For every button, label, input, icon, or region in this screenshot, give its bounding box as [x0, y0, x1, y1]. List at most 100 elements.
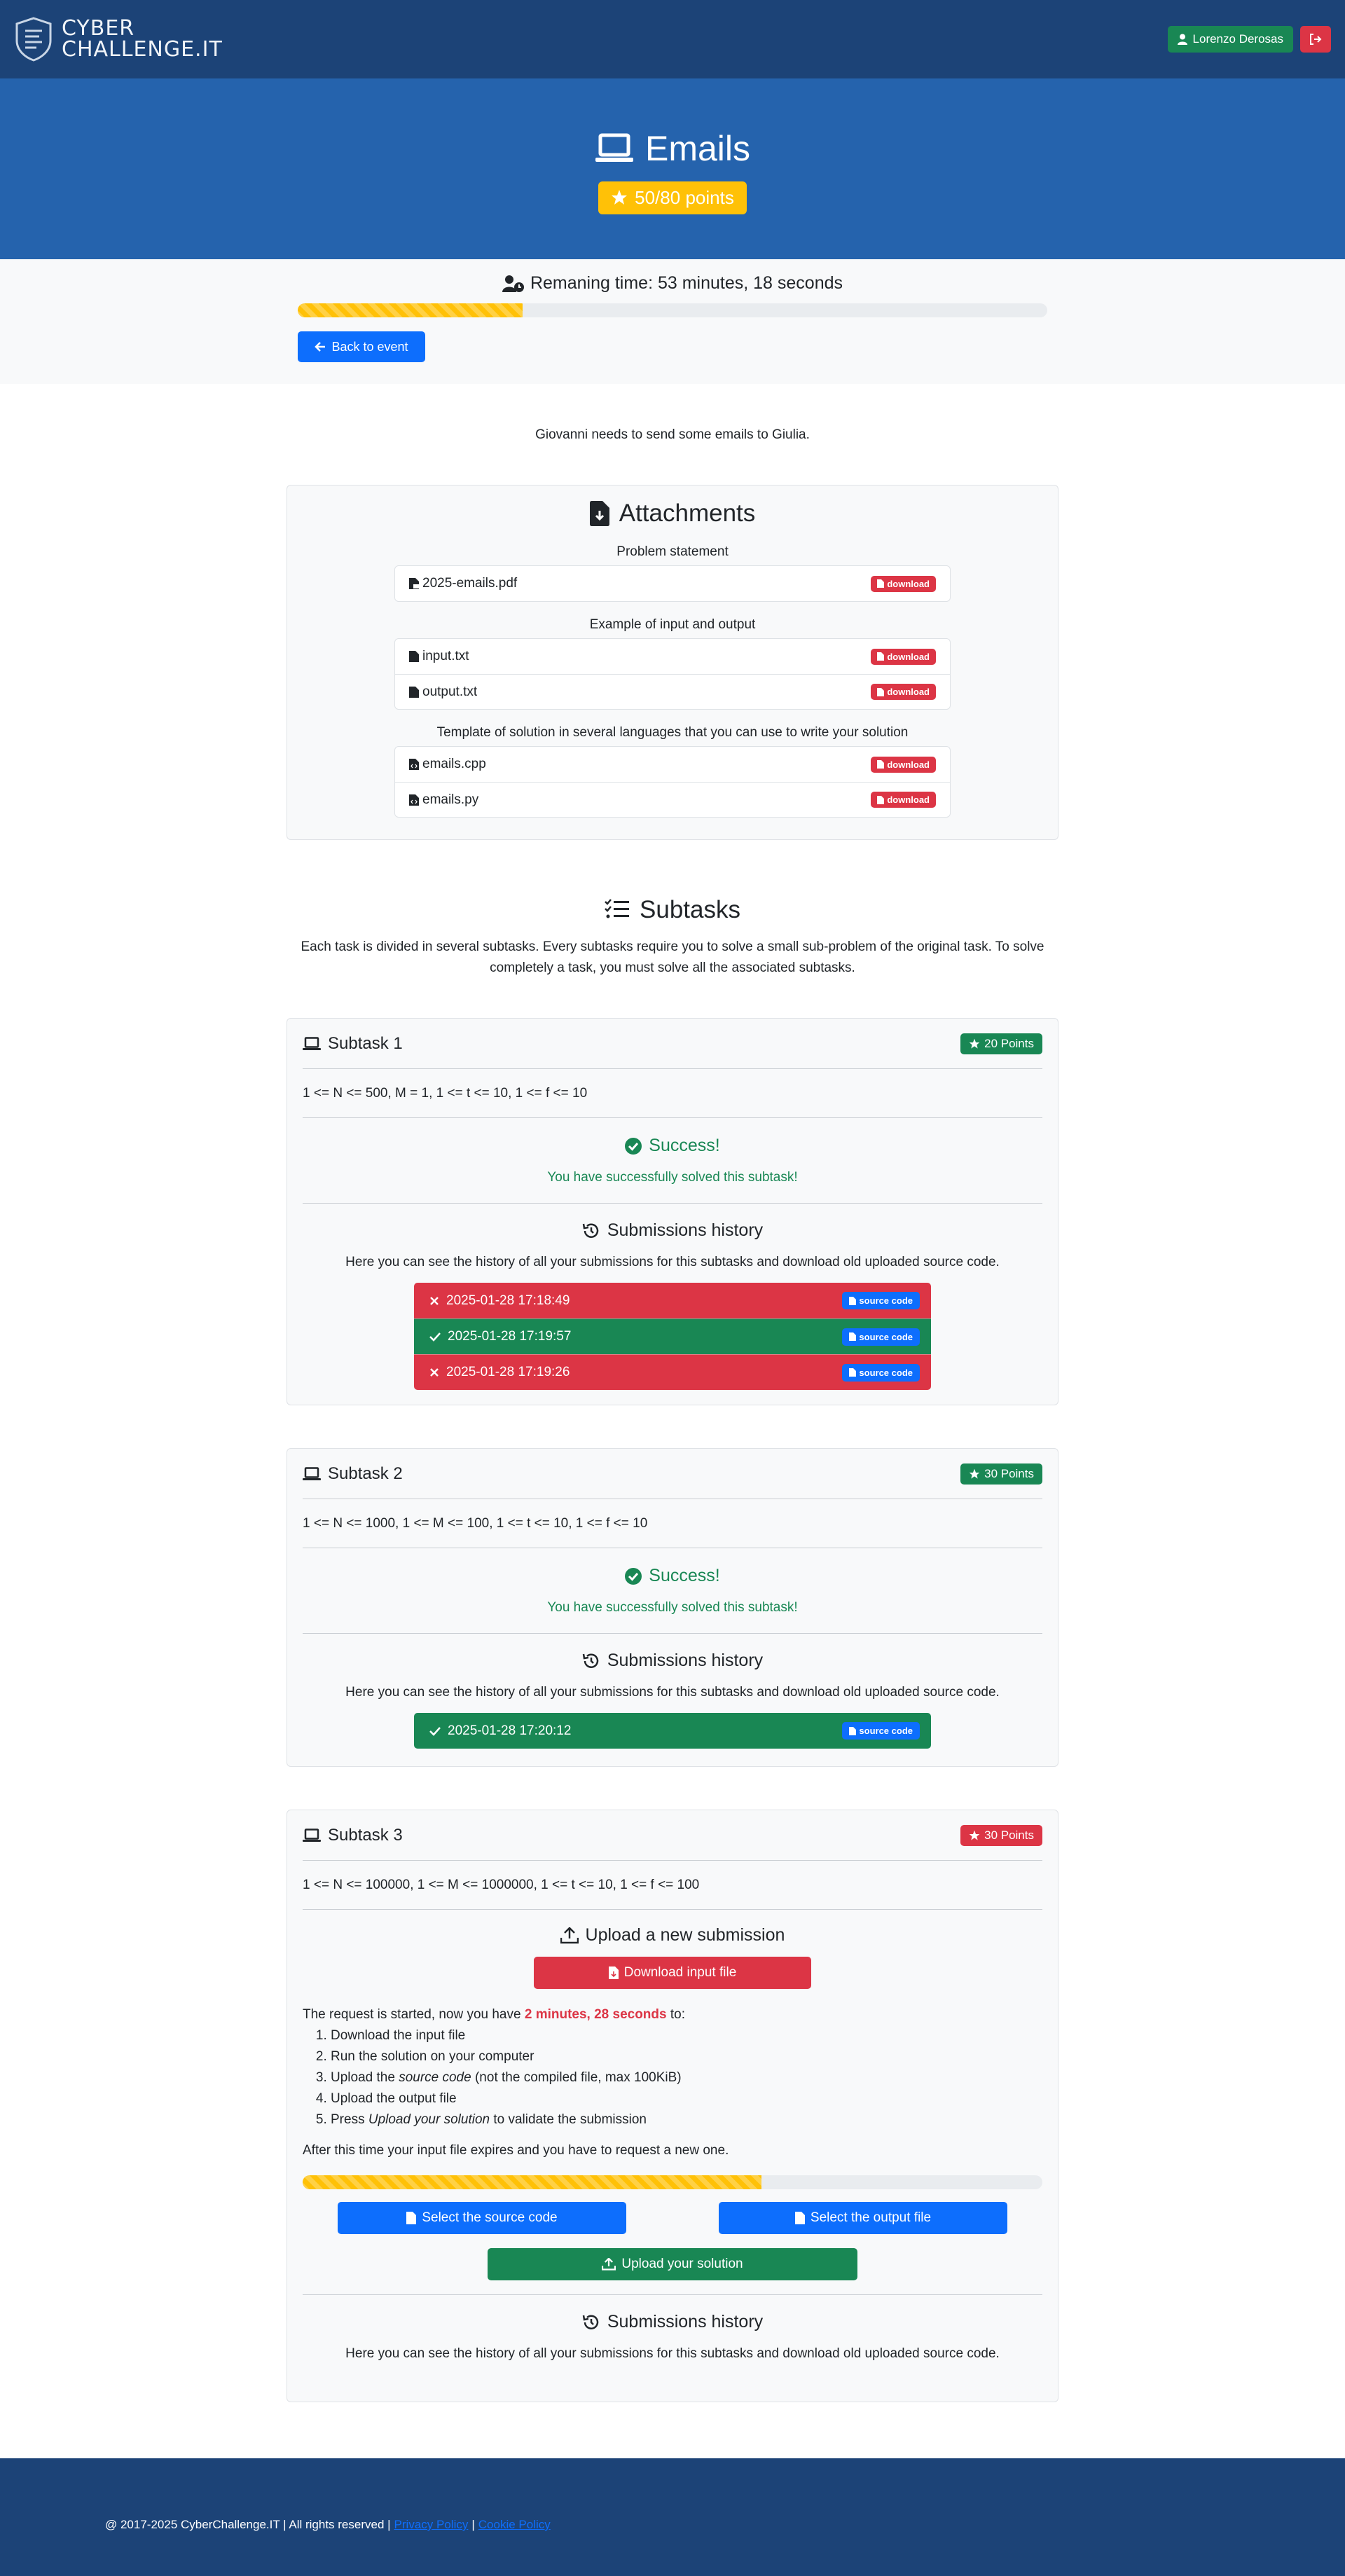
logout-button[interactable]: [1300, 26, 1331, 53]
file-name: 2025-emails.pdf: [422, 576, 518, 591]
request-progress: [303, 2175, 1042, 2189]
history-description: Here you can see the history of all your…: [345, 1255, 1000, 1269]
brand-logo[interactable]: CYBER CHALLENGE.IT: [14, 17, 223, 62]
star-icon: [612, 190, 628, 205]
check-circle-icon: [625, 1567, 642, 1585]
step-item: Download the input file: [331, 2025, 1042, 2046]
download-button[interactable]: download: [871, 684, 936, 700]
x-icon: [430, 1296, 439, 1305]
file-icon: [877, 579, 885, 588]
download-button[interactable]: download: [871, 575, 936, 592]
privacy-policy-link[interactable]: Privacy Policy: [394, 2518, 469, 2532]
shield-logo-icon: [15, 17, 52, 62]
submission-row: 2025-01-28 17:19:57 source code: [414, 1318, 931, 1354]
attach-item: 2025-emails.pdf download: [395, 566, 950, 601]
list-check-icon: [605, 899, 630, 918]
history-title: Submissions history: [607, 2312, 764, 2332]
submission-time: 2025-01-28 17:20:12: [448, 1723, 572, 1738]
submission-row: 2025-01-28 17:19:26 source code: [414, 1354, 931, 1390]
subtask-constraint: 1 <= N <= 500, M = 1, 1 <= t <= 10, 1 <=…: [303, 1069, 1042, 1118]
submission-time: 2025-01-28 17:18:49: [446, 1293, 570, 1308]
step-item: Run the solution on your computer: [331, 2046, 1042, 2067]
time-progress: [298, 303, 1047, 317]
select-source-button[interactable]: Select the source code: [338, 2202, 626, 2234]
file-icon: [409, 651, 419, 662]
file-name: emails.cpp: [422, 757, 486, 771]
success-title: Success!: [649, 1136, 720, 1155]
upload-icon: [602, 2258, 616, 2271]
task-intro: Giovanni needs to send some emails to Gi…: [535, 427, 810, 442]
logout-icon: [1310, 34, 1322, 45]
step-item: Upload the output file: [331, 2088, 1042, 2109]
submission-row: 2025-01-28 17:20:12 source code: [414, 1713, 931, 1749]
file-name: emails.py: [422, 792, 479, 807]
task-title: Emails: [644, 128, 751, 168]
points-text: 50/80 points: [635, 186, 734, 208]
footer: @ 2017-2025 CyberChallenge.IT | All righ…: [0, 2458, 1345, 2576]
submission-row: 2025-01-28 17:18:49 source code: [414, 1283, 931, 1318]
file-icon: [794, 2212, 805, 2224]
history-icon: [582, 1222, 599, 1238]
attach-item: emails.py download: [395, 782, 950, 817]
download-input-button[interactable]: Download input file: [534, 1957, 811, 1989]
attachments-title: Attachments: [619, 500, 756, 527]
subtasks-title: Subtasks: [640, 896, 740, 923]
source-code-button[interactable]: source code: [842, 1363, 920, 1382]
attach-item: input.txt download: [395, 639, 950, 674]
subtasks-description: Each task is divided in several subtasks…: [301, 939, 1044, 975]
download-button[interactable]: download: [871, 648, 936, 665]
remaining-time: Remaning time: 53 minutes, 18 seconds: [530, 273, 843, 293]
file-download-icon: [608, 1967, 619, 1979]
source-code-button[interactable]: source code: [842, 1292, 920, 1309]
subtask-title: Subtask 2: [328, 1463, 403, 1483]
subtask-title: Subtask 1: [328, 1033, 403, 1053]
file-icon: [849, 1368, 857, 1377]
user-button[interactable]: Lorenzo Derosas: [1167, 26, 1293, 53]
brand-line2: CHALLENGE.IT: [62, 37, 223, 62]
file-icon: [849, 1726, 857, 1735]
attach-list: 2025-emails.pdf download: [394, 565, 951, 602]
brand-line1: CYBER: [62, 16, 135, 41]
upload-icon: [560, 1927, 579, 1943]
star-icon: [969, 1038, 980, 1049]
step-item: Upload the source code (not the compiled…: [331, 2067, 1042, 2088]
download-button[interactable]: download: [871, 792, 936, 808]
file-code-icon: [409, 794, 419, 806]
user-clock-icon: [502, 275, 524, 292]
request-progress-bar: [303, 2175, 761, 2189]
select-output-button[interactable]: Select the output file: [719, 2202, 1007, 2234]
attach-group-title: Example of input and output: [589, 617, 756, 632]
file-icon: [877, 760, 885, 769]
cookie-policy-link[interactable]: Cookie Policy: [478, 2518, 551, 2532]
source-code-button[interactable]: source code: [842, 1722, 920, 1740]
laptop-icon: [303, 1466, 321, 1480]
attach-item: output.txt download: [395, 674, 950, 709]
file-icon: [877, 687, 885, 696]
success-text: You have successfully solved this subtas…: [547, 1170, 798, 1185]
subtask-constraint: 1 <= N <= 1000, 1 <= M <= 100, 1 <= t <=…: [303, 1499, 1042, 1548]
upload-solution-button[interactable]: Upload your solution: [488, 2248, 857, 2280]
file-code-icon: [409, 759, 419, 770]
submissions-list: 2025-01-28 17:20:12 source code: [414, 1713, 931, 1749]
back-to-event-button[interactable]: Back to event: [298, 331, 425, 362]
success-text: You have successfully solved this subtas…: [547, 1600, 798, 1615]
user-name: Lorenzo Derosas: [1192, 32, 1283, 46]
attachments-card: Attachments Problem statement 2025-email…: [287, 485, 1058, 840]
source-code-button[interactable]: source code: [842, 1328, 920, 1346]
laptop-icon: [303, 1828, 321, 1842]
history-title: Submissions history: [607, 1651, 764, 1670]
divider: [303, 2294, 1042, 2295]
subtask-card: Subtask 1 20 Points 1 <= N <= 500, M = 1…: [287, 1018, 1058, 1405]
star-icon: [969, 1468, 980, 1479]
history-icon: [582, 2314, 599, 2329]
steps-list: Download the input file Run the solution…: [331, 2025, 1042, 2130]
attach-list: emails.cpp download emails.py download: [394, 746, 951, 818]
history-icon: [582, 1653, 599, 1668]
subtask-card: Subtask 3 30 Points 1 <= N <= 100000, 1 …: [287, 1810, 1058, 2402]
laptop-icon: [595, 133, 633, 162]
history-title: Submissions history: [607, 1220, 764, 1240]
laptop-icon: [303, 1036, 321, 1050]
x-icon: [430, 1368, 439, 1377]
step-item: Press Upload your solution to validate t…: [331, 2109, 1042, 2130]
download-button[interactable]: download: [871, 756, 936, 773]
